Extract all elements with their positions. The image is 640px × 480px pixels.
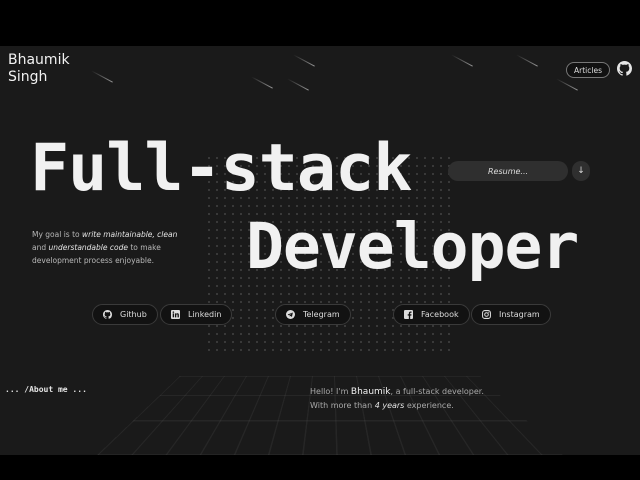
social-label: Instagram bbox=[499, 310, 540, 319]
intro-name: Bhaumik bbox=[350, 387, 391, 397]
hero-title-line1: Full-stack bbox=[30, 131, 412, 206]
social-link-linkedin[interactable]: Linkedin bbox=[160, 304, 233, 325]
telegram-icon bbox=[286, 310, 295, 319]
social-label: Github bbox=[120, 310, 147, 319]
github-icon bbox=[103, 310, 112, 319]
brand-name[interactable]: Bhaumik Singh bbox=[8, 52, 70, 86]
shooting-star bbox=[91, 70, 113, 83]
github-icon[interactable] bbox=[617, 61, 632, 76]
about-intro: Hello! I'm Bhaumik, a full-stack develop… bbox=[310, 385, 570, 413]
instagram-icon bbox=[482, 310, 491, 319]
shooting-star bbox=[287, 78, 309, 91]
intro-text: With more than bbox=[310, 401, 375, 410]
letterbox-top bbox=[0, 0, 640, 46]
page: Bhaumik Singh Articles Full-stack Develo… bbox=[0, 46, 640, 455]
letterbox-bottom bbox=[0, 455, 640, 480]
social-link-github[interactable]: Github bbox=[92, 304, 158, 325]
intro-emphasis: 4 years bbox=[374, 401, 405, 410]
about-me-heading: ... /About me ... bbox=[5, 385, 87, 394]
download-resume-button[interactable]: ↓ bbox=[572, 161, 590, 181]
shooting-star bbox=[293, 54, 315, 67]
goal-emphasis: understandable code bbox=[48, 243, 128, 252]
arrow-down-icon: ↓ bbox=[577, 166, 585, 176]
social-link-facebook[interactable]: Facebook bbox=[393, 304, 470, 325]
articles-button[interactable]: Articles bbox=[566, 62, 610, 78]
intro-text: Hello! I'm bbox=[310, 387, 351, 396]
hero-title-line2: Developer bbox=[246, 210, 579, 283]
intro-text: experience. bbox=[404, 401, 454, 410]
goal-text: and bbox=[32, 243, 49, 252]
shooting-star bbox=[451, 54, 473, 67]
social-label: Linkedin bbox=[188, 310, 222, 319]
linkedin-icon bbox=[171, 310, 180, 319]
facebook-icon bbox=[404, 310, 413, 319]
goal-paragraph: My goal is to write maintainable, clean … bbox=[32, 228, 192, 267]
resume-button[interactable]: Resume... bbox=[448, 161, 568, 181]
intro-text: , a full-stack developer. bbox=[390, 387, 484, 396]
shooting-star bbox=[251, 76, 273, 89]
shooting-star bbox=[556, 78, 578, 91]
goal-emphasis: write maintainable, clean bbox=[82, 230, 178, 239]
social-label: Telegram bbox=[303, 310, 340, 319]
social-link-instagram[interactable]: Instagram bbox=[471, 304, 551, 325]
social-link-telegram[interactable]: Telegram bbox=[275, 304, 351, 325]
shooting-star bbox=[516, 54, 538, 67]
social-label: Facebook bbox=[421, 310, 459, 319]
goal-text: My goal is to bbox=[32, 230, 82, 239]
